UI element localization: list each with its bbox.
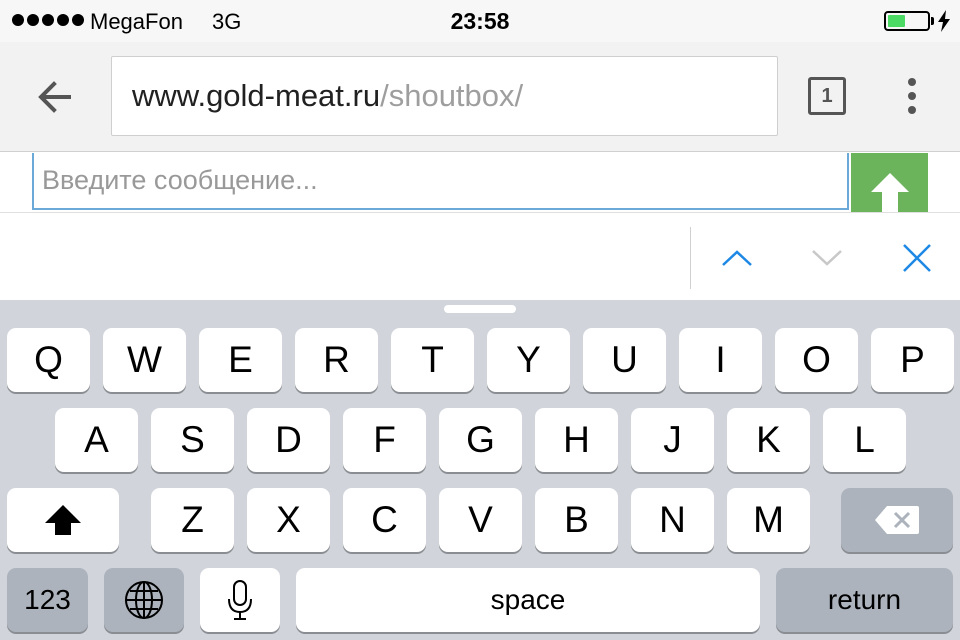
key-k[interactable]: K: [727, 408, 810, 472]
url-path: /shoutbox/: [380, 78, 524, 113]
find-close-button[interactable]: [894, 235, 940, 281]
url-bar[interactable]: www.gold-meat.ru/shoutbox/: [111, 56, 778, 136]
key-s[interactable]: S: [151, 408, 234, 472]
overflow-menu-icon: [908, 78, 916, 86]
globe-key[interactable]: [104, 568, 184, 632]
key-q[interactable]: Q: [7, 328, 90, 392]
key-x[interactable]: X: [247, 488, 330, 552]
space-key[interactable]: space: [296, 568, 760, 632]
chevron-up-icon: [722, 250, 752, 266]
charging-bolt-icon: [938, 10, 950, 32]
key-c[interactable]: C: [343, 488, 426, 552]
key-g[interactable]: G: [439, 408, 522, 472]
key-z[interactable]: Z: [151, 488, 234, 552]
overflow-menu-button[interactable]: [897, 76, 927, 116]
key-i[interactable]: I: [679, 328, 762, 392]
key-l[interactable]: L: [823, 408, 906, 472]
find-next-button[interactable]: [804, 235, 850, 281]
find-previous-button[interactable]: [714, 235, 760, 281]
close-icon: [903, 244, 931, 272]
key-u[interactable]: U: [583, 328, 666, 392]
status-bar: MegaFon 3G 23:58: [0, 0, 960, 42]
shift-key[interactable]: [7, 488, 119, 552]
shift-arrow-icon: [45, 505, 81, 535]
microphone-icon: [228, 580, 252, 620]
send-button[interactable]: [851, 153, 928, 213]
clock: 23:58: [450, 8, 510, 34]
menu-dot: [908, 92, 916, 100]
message-placeholder: Введите сообщение...: [42, 165, 318, 195]
key-o[interactable]: O: [775, 328, 858, 392]
key-h[interactable]: H: [535, 408, 618, 472]
key-a[interactable]: A: [55, 408, 138, 472]
key-t[interactable]: T: [391, 328, 474, 392]
key-f[interactable]: F: [343, 408, 426, 472]
page-content: Введите сообщение...: [0, 153, 960, 213]
tab-count: 1: [821, 84, 833, 107]
globe-icon: [125, 581, 163, 619]
key-m[interactable]: M: [727, 488, 810, 552]
dictation-key[interactable]: [200, 568, 280, 632]
back-arrow-icon: [38, 81, 71, 113]
return-key[interactable]: return: [776, 568, 953, 632]
tabs-button[interactable]: 1: [808, 77, 846, 115]
arrow-up-icon: [870, 173, 909, 213]
key-j[interactable]: J: [631, 408, 714, 472]
keyboard: Q W E R T Y U I O P A S D F G H J K L Z …: [0, 300, 960, 640]
key-d[interactable]: D: [247, 408, 330, 472]
key-e[interactable]: E: [199, 328, 282, 392]
find-in-page-bar: [0, 212, 960, 300]
backspace-icon: [875, 506, 919, 534]
find-divider: [690, 227, 691, 289]
battery-icon: [884, 11, 930, 31]
back-button[interactable]: [30, 72, 80, 122]
key-n[interactable]: N: [631, 488, 714, 552]
url-host: www.gold-meat.ru: [132, 78, 381, 113]
chevron-down-icon: [812, 250, 842, 266]
key-w[interactable]: W: [103, 328, 186, 392]
browser-toolbar: www.gold-meat.ru/shoutbox/ 1: [0, 42, 960, 152]
menu-dot: [908, 106, 916, 114]
message-input[interactable]: Введите сообщение...: [32, 153, 849, 210]
key-p[interactable]: P: [871, 328, 954, 392]
key-v[interactable]: V: [439, 488, 522, 552]
battery-cap: [931, 17, 934, 25]
key-r[interactable]: R: [295, 328, 378, 392]
numbers-key[interactable]: 123: [7, 568, 88, 632]
keyboard-handle[interactable]: [444, 305, 516, 313]
battery-level: [888, 15, 905, 27]
key-b[interactable]: B: [535, 488, 618, 552]
backspace-key[interactable]: [841, 488, 953, 552]
key-y[interactable]: Y: [487, 328, 570, 392]
